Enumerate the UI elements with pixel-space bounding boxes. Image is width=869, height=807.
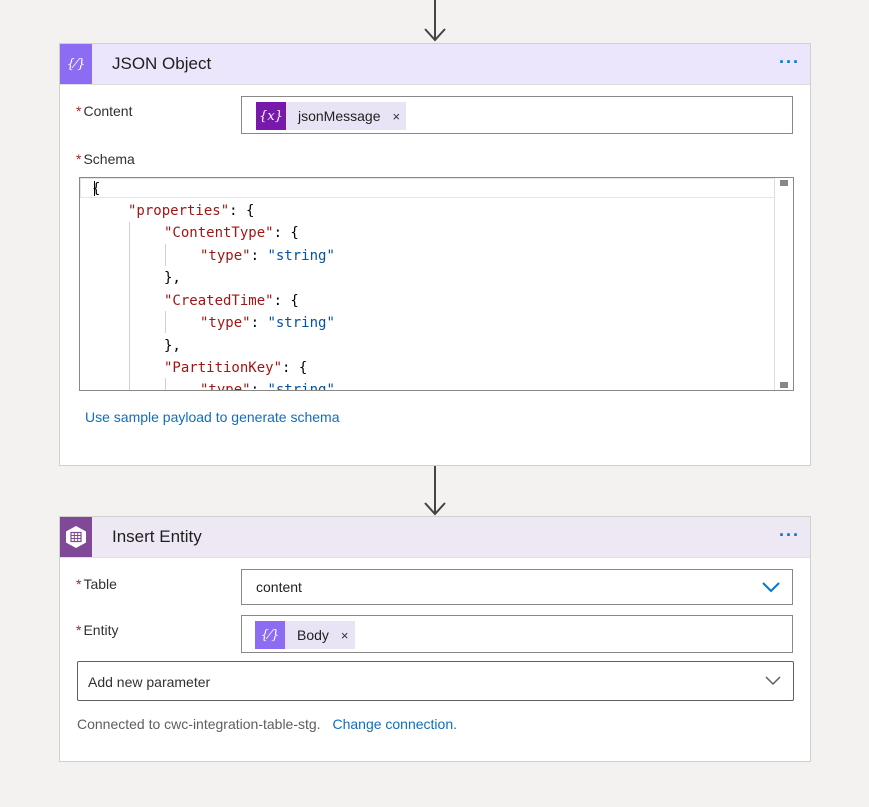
table-value: content <box>256 579 302 595</box>
schema-label: * Schema <box>76 151 135 167</box>
flow-arrow-middle <box>424 466 446 518</box>
json-object-card: {⁄} JSON Object ··· * Content {x} jsonMes… <box>59 43 811 466</box>
flow-arrow-top <box>424 0 446 44</box>
change-connection-link[interactable]: Change connection. <box>332 716 457 732</box>
insert-entity-card: Insert Entity ··· * Table content * Entity… <box>59 516 811 762</box>
content-token[interactable]: {x} jsonMessage × <box>256 102 407 130</box>
remove-token-icon[interactable]: × <box>335 628 355 643</box>
code-line: "type": "string" <box>200 382 335 391</box>
code-line: { <box>92 181 101 197</box>
token-label: Body <box>297 627 329 643</box>
chevron-down-icon <box>765 676 781 686</box>
token-label: jsonMessage <box>298 108 381 124</box>
editor-scrollbar[interactable] <box>774 178 793 390</box>
json-object-header[interactable]: {⁄} JSON Object ··· <box>60 44 810 85</box>
scrollbar-marker-top <box>780 180 788 186</box>
indent-guide <box>165 311 166 333</box>
insert-entity-header[interactable]: Insert Entity ··· <box>60 517 810 558</box>
code-line: "type": "string" <box>200 315 335 331</box>
connection-info: Connected to cwc-integration-table-stg. … <box>77 716 457 732</box>
scrollbar-marker-bottom <box>780 382 788 388</box>
content-label: * Content <box>76 103 133 119</box>
remove-token-icon[interactable]: × <box>387 109 407 124</box>
entity-token[interactable]: {⁄} Body × <box>255 621 355 649</box>
chevron-down-icon <box>762 582 780 593</box>
indent-guide <box>129 222 130 390</box>
code-line: }, <box>164 270 181 286</box>
table-label: * Table <box>76 576 117 592</box>
add-new-parameter-dropdown[interactable]: Add new parameter <box>77 661 794 701</box>
variable-icon: {x} <box>256 102 286 130</box>
connection-text: Connected to cwc-integration-table-stg. <box>77 716 321 732</box>
code-line: "type": "string" <box>200 248 335 264</box>
more-options-button[interactable]: ··· <box>779 52 800 73</box>
sample-payload-link[interactable]: Use sample payload to generate schema <box>85 409 339 425</box>
json-object-title: JSON Object <box>112 54 212 73</box>
indent-guide <box>165 378 166 390</box>
code-line: "CreatedTime": { <box>164 293 299 309</box>
code-line: }, <box>164 338 181 354</box>
braces-icon: {⁄} <box>60 44 92 84</box>
insert-entity-title: Insert Entity <box>112 527 202 546</box>
code-line: "PartitionKey": { <box>164 360 308 376</box>
content-field[interactable]: {x} jsonMessage × <box>241 96 793 134</box>
code-line: "ContentType": { <box>164 225 299 241</box>
indent-guide <box>165 244 166 266</box>
entity-field[interactable]: {⁄} Body × <box>241 615 793 653</box>
add-parameter-label: Add new parameter <box>88 674 211 690</box>
current-line-highlight <box>80 178 775 198</box>
table-storage-icon <box>60 517 92 557</box>
table-dropdown[interactable]: content <box>241 569 793 605</box>
braces-icon: {⁄} <box>255 621 285 649</box>
entity-label: * Entity <box>76 622 119 638</box>
more-options-button[interactable]: ··· <box>779 525 800 546</box>
schema-editor[interactable]: { "properties": { "ContentType": { "type… <box>79 177 794 391</box>
code-line: "properties": { <box>128 203 255 219</box>
